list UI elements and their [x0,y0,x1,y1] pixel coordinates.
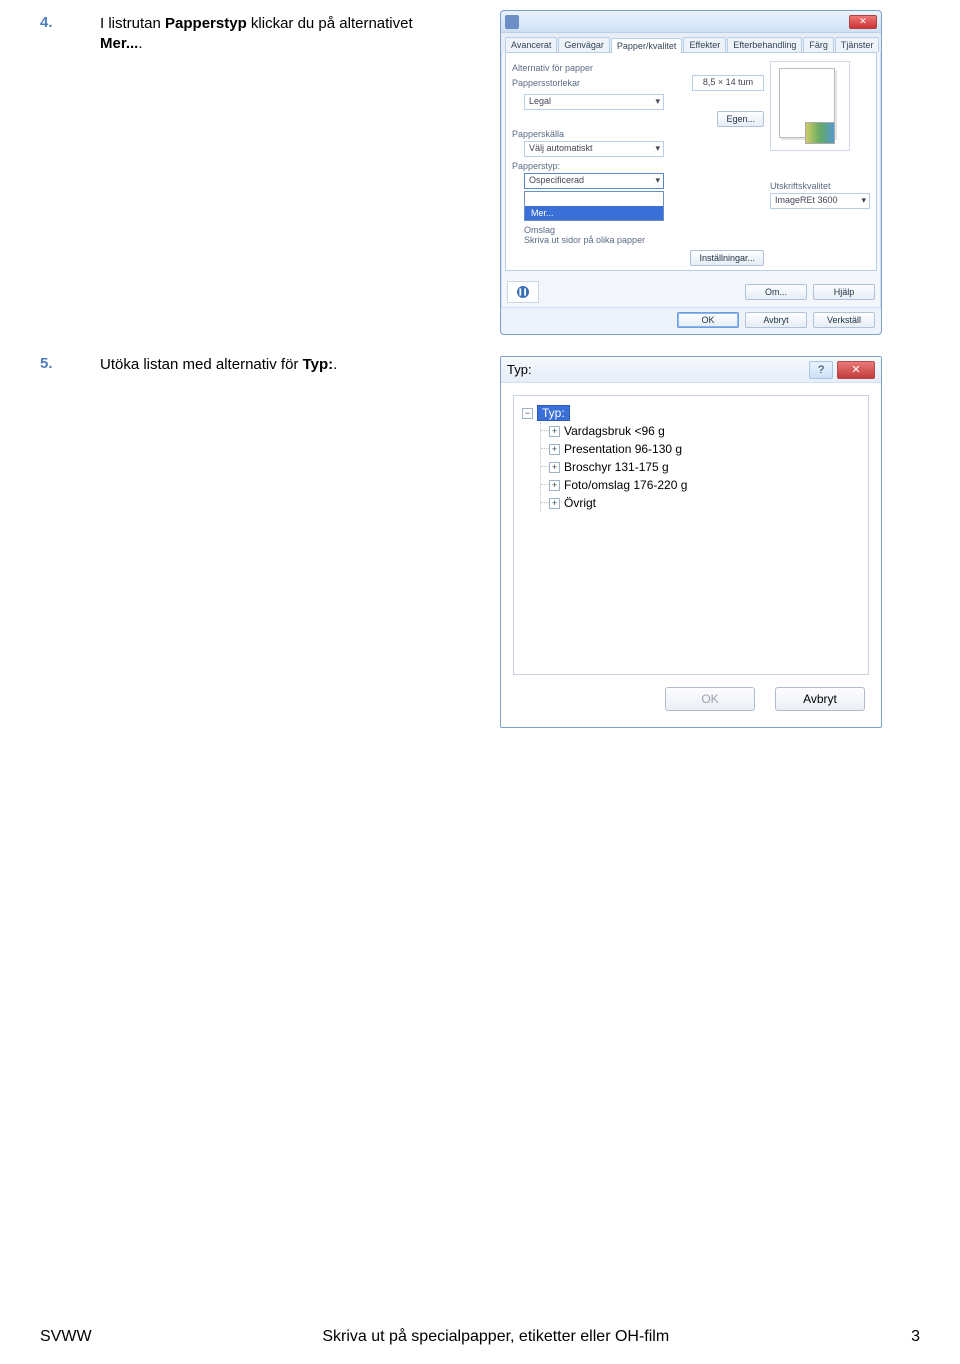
document-page: 4. I listrutan Papperstyp klickar du på … [0,0,960,1364]
expand-icon[interactable]: + [549,426,560,437]
footer-center: Skriva ut på specialpapper, etiketter el… [92,1328,900,1346]
button-installningar[interactable]: Inställningar... [690,250,764,266]
label-utskriftskvalitet: Utskriftskvalitet [770,181,870,191]
tree-item-vardagsbruk[interactable]: + Vardagsbruk <96 g [549,422,860,440]
tree-item-presentation[interactable]: + Presentation 96-130 g [549,440,860,458]
tree-view[interactable]: − Typ: + Vardagsbruk <96 g + Presentatio… [513,395,869,675]
tree-root-typ[interactable]: − Typ: [522,404,860,422]
collapse-icon[interactable]: − [522,408,533,419]
value-size: 8,5 × 14 tum [692,75,764,91]
tab-strip: Avancerat Genvägar Papper/kvalitet Effek… [501,33,881,52]
expand-icon[interactable]: + [549,462,560,473]
tab-tjanster[interactable]: Tjänster [835,37,880,52]
button-om[interactable]: Om... [745,284,807,300]
label-papperskalla: Papperskälla [512,129,764,139]
expand-icon[interactable]: + [549,498,560,509]
tree-item-ovrigt[interactable]: + Övrigt [549,494,860,512]
step-4-mid: klickar du på alternativet [247,15,413,32]
step-4-text: I listrutan Papperstyp klickar du på alt… [100,14,440,55]
close-icon[interactable]: ✕ [849,15,877,29]
tab-efterbehandling[interactable]: Efterbehandling [727,37,802,52]
printer-properties-dialog: ✕ Avancerat Genvägar Papper/kvalitet Eff… [500,10,882,335]
tree-item-broschyr[interactable]: + Broschyr 131-175 g [549,458,860,476]
button-avbryt[interactable]: Avbryt [745,312,807,328]
tab-genvagar[interactable]: Genvägar [558,37,610,52]
tab-farg[interactable]: Färg [803,37,834,52]
page-preview [770,61,850,151]
dialog1-footer-row: Om... Hjälp [501,275,881,307]
dropdown-quality[interactable]: ImageREt 3600 [770,193,870,209]
tree-item-label: Vardagsbruk <96 g [564,424,665,438]
button-hjalp[interactable]: Hjälp [813,284,875,300]
help-icon[interactable]: ? [809,361,833,379]
label-skriva-ut-olika: Skriva ut sidor på olika papper [524,235,764,245]
step-5-bold1: Typ: [303,356,334,373]
window-icon [505,15,519,29]
tree-item-label: Övrigt [564,496,596,510]
dropdown-papperstyp[interactable]: Ospecificerad [524,173,664,189]
page-footer: SVWW Skriva ut på specialpapper, etikett… [0,1328,960,1346]
step-5-number: 5. [40,355,100,372]
step-5-text: Utöka listan med alternativ för Typ:. [100,355,440,375]
dropdown-legal[interactable]: Legal [524,94,664,110]
button-ok[interactable]: OK [677,312,739,328]
close-icon[interactable]: ✕ [837,361,875,379]
tab-papper-kvalitet[interactable]: Papper/kvalitet [611,38,683,53]
button-verkstall[interactable]: Verkställ [813,312,875,328]
expand-icon[interactable]: + [549,444,560,455]
group-alternativ: Alternativ för papper [512,63,764,73]
tab-body: Alternativ för papper Pappersstorlekar 8… [505,52,877,271]
step-4-post: . [138,35,142,52]
step-4-number: 4. [40,14,100,31]
dropdown-item-blank[interactable] [525,192,663,206]
button-egen[interactable]: Egen... [717,111,764,127]
tab-effekter[interactable]: Effekter [683,37,726,52]
dialog2-title: Typ: [507,362,532,377]
step-5-post: . [333,356,337,373]
tab-avancerat[interactable]: Avancerat [505,37,557,52]
dialog1-titlebar[interactable]: ✕ [501,11,881,33]
dialog2-titlebar[interactable]: Typ: ? ✕ [501,357,881,383]
dropdown-kalla[interactable]: Välj automatiskt [524,141,664,157]
footer-page-number: 3 [900,1328,920,1346]
typ-dialog: Typ: ? ✕ − Typ: + Vardagsbruk <96 g [500,356,882,728]
tree-item-label: Broschyr 131-175 g [564,460,669,474]
step-4-bold1: Papperstyp [165,15,247,32]
footer-left: SVWW [40,1328,92,1346]
tree-root-label: Typ: [537,405,570,421]
expand-icon[interactable]: + [549,480,560,491]
button-ok-typ[interactable]: OK [665,687,755,711]
label-papperstyp: Papperstyp: [512,161,764,171]
label-pappersstorlekar: Pappersstorlekar [512,78,580,88]
step-5-pre: Utöka listan med alternativ för [100,356,303,373]
step-4-pre: I listrutan [100,15,165,32]
dropdown-papperstyp-open[interactable]: Mer... [524,191,664,221]
button-avbryt-typ[interactable]: Avbryt [775,687,865,711]
dropdown-item-mer[interactable]: Mer... [525,206,663,220]
tree-item-label: Presentation 96-130 g [564,442,682,456]
tree-item-label: Foto/omslag 176-220 g [564,478,687,492]
step-4-bold2: Mer... [100,35,138,52]
tree-item-foto-omslag[interactable]: + Foto/omslag 176-220 g [549,476,860,494]
hp-logo-icon [507,281,539,303]
label-omslag: Omslag [524,225,764,235]
